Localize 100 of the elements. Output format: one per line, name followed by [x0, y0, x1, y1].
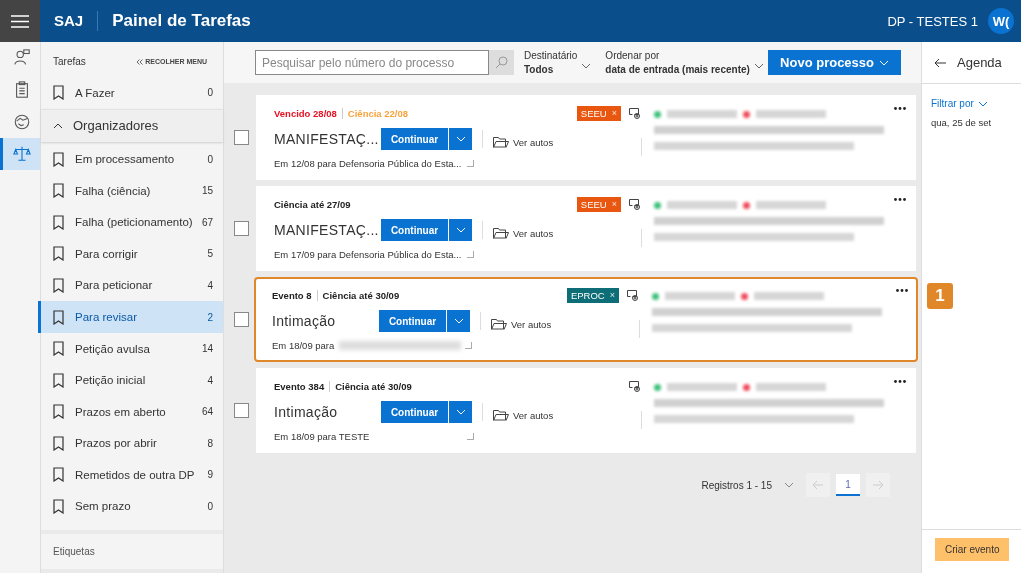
agenda-date: qua, 25 de set	[931, 117, 993, 128]
bookmark-icon	[53, 85, 64, 101]
folder-icon	[493, 227, 509, 239]
view-records-link[interactable]: Ver autos	[493, 409, 554, 421]
more-options-button[interactable]	[896, 289, 908, 292]
callout-badge: 1	[927, 283, 953, 309]
screen-add-icon[interactable]	[629, 107, 641, 119]
sidebar-item[interactable]: Falha (peticionamento) 67	[38, 206, 223, 239]
page-button[interactable]: 1	[836, 474, 860, 496]
continue-button[interactable]: Continuar	[381, 128, 448, 150]
filter-dropdown[interactable]: Filtrar por	[931, 98, 1021, 109]
create-event-button[interactable]: Criar evento	[935, 538, 1010, 561]
bookmark-icon	[53, 309, 64, 325]
labels-section[interactable]: Etiquetas	[41, 530, 223, 573]
more-icon	[894, 380, 906, 383]
chevron-down-icon	[879, 59, 889, 66]
continue-button[interactable]: Continuar	[381, 401, 448, 423]
more-icon	[894, 107, 906, 110]
task-checkbox[interactable]	[234, 130, 249, 145]
task-title: Intimação	[274, 404, 339, 420]
folder-icon	[493, 136, 509, 148]
more-options-button[interactable]	[894, 107, 906, 110]
system-tag: SEEU ×	[576, 105, 621, 121]
folder-icon	[491, 318, 507, 330]
sidebar-item[interactable]: Para revisar 2	[38, 301, 223, 333]
view-records-link[interactable]: Ver autos	[491, 318, 552, 330]
more-icon	[894, 198, 906, 201]
task-checkbox[interactable]	[234, 403, 249, 418]
bookmark-icon	[53, 183, 64, 199]
sidebar-item[interactable]: Petição inicial 4	[38, 364, 223, 396]
task-recipient: Em 12/08 para Defensoria Pública do Esta...	[274, 158, 462, 169]
chevron-down-icon	[455, 409, 466, 415]
system-tag: SEEU ×	[576, 196, 621, 212]
view-records-link[interactable]: Ver autos	[493, 227, 554, 239]
sort-dropdown[interactable]: Ordenar por data de entrada (mais recente)	[605, 50, 764, 75]
task-checkbox[interactable]	[234, 312, 249, 327]
task-recipient: Em 18/09 para TESTE	[274, 431, 370, 442]
search-icon	[495, 56, 508, 69]
user-name: DP - TESTES 1	[887, 13, 978, 29]
sidebar-item[interactable]: Para peticionar 4	[38, 269, 223, 302]
screen-add-icon[interactable]	[629, 198, 641, 210]
menu-button[interactable]	[0, 0, 40, 42]
task-checkbox[interactable]	[234, 221, 249, 236]
task-meta: Evento 384	[274, 380, 325, 392]
view-records-link[interactable]: Ver autos	[493, 136, 554, 148]
bookmark-icon	[53, 214, 64, 230]
chevron-down-icon	[753, 62, 764, 69]
sidebar-item[interactable]: Para corrigir 5	[38, 238, 223, 270]
arrow-left-icon	[812, 480, 824, 490]
bookmark-icon	[53, 246, 64, 262]
continue-button[interactable]: Continuar	[381, 219, 448, 241]
bookmark-icon	[53, 404, 64, 420]
double-chevron-left-icon	[136, 58, 144, 65]
bookmark-icon	[53, 151, 64, 167]
task-title: MANIFESTAÇ...	[274, 131, 380, 147]
chevron-down-icon[interactable]	[784, 482, 794, 488]
agenda-title: Agenda	[957, 55, 1002, 70]
records-count: Registros 1 - 15	[701, 479, 772, 491]
screen-add-icon[interactable]	[629, 380, 641, 392]
nav-rail-button[interactable]	[0, 138, 40, 170]
sidebar-item[interactable]: Sem prazo 0	[38, 490, 223, 523]
more-icon	[896, 289, 908, 292]
sidebar-item[interactable]: Prazos por abrir 8	[38, 427, 223, 459]
sidebar-title: Tarefas	[53, 56, 86, 67]
more-options-button[interactable]	[894, 380, 906, 383]
task-title: Intimação	[272, 313, 337, 329]
new-process-button[interactable]: Novo processo	[768, 50, 901, 75]
chevron-down-icon	[453, 318, 464, 324]
app-logo: SAJ	[40, 11, 99, 31]
chevron-down-icon	[455, 136, 466, 142]
sidebar-item[interactable]: Em processamento 0	[38, 143, 223, 176]
sidebar-item[interactable]: Petição avulsa 14	[38, 332, 223, 365]
sidebar-item[interactable]: Prazos em aberto 64	[38, 395, 223, 428]
back-button[interactable]	[934, 57, 947, 68]
system-tag: EPROC ×	[566, 287, 619, 303]
sidebar-item[interactable]: Falha (ciência) 15	[38, 175, 223, 207]
sidebar-item[interactable]: Remetidos de outra DP 9	[38, 458, 223, 491]
recipient-dropdown[interactable]: Destinatário Todos	[524, 50, 592, 75]
task-meta: Ciência até 30/09	[329, 380, 412, 392]
arrow-left-icon	[934, 57, 947, 68]
search-field[interactable]: Pesquisar pelo número do processo	[255, 50, 489, 75]
user-avatar[interactable]: W(	[988, 8, 1014, 34]
screen-add-icon[interactable]	[627, 289, 639, 301]
chevron-down-icon	[977, 100, 988, 107]
bookmark-icon	[53, 341, 64, 357]
person-icon	[12, 49, 31, 67]
sidebar-item[interactable]: A Fazer 0	[38, 77, 223, 109]
task-meta: Vencido 28/08	[274, 107, 337, 119]
group-header[interactable]: Organizadores	[41, 108, 223, 142]
folder-icon	[493, 409, 509, 421]
arrow-right-icon	[872, 480, 884, 490]
task-meta: Evento 8	[272, 289, 312, 301]
bookmark-icon	[53, 277, 64, 293]
task-recipient: Em 17/09 para Defensoria Pública do Esta...	[274, 249, 462, 260]
continue-button[interactable]: Continuar	[379, 310, 446, 332]
chevron-down-icon	[581, 62, 592, 69]
task-meta: Ciência até 27/09	[274, 198, 351, 210]
task-recipient: Em 18/09 para	[272, 340, 335, 351]
more-options-button[interactable]	[894, 198, 906, 201]
task-meta: Ciência até 30/09	[316, 289, 400, 301]
